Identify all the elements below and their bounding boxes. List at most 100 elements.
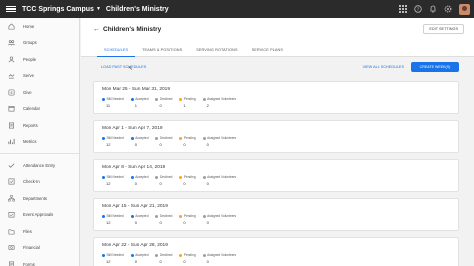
stat-still-needed: Still Needed 12 bbox=[102, 136, 124, 147]
status-dot-icon bbox=[102, 136, 105, 140]
week-card[interactable]: Mon Mar 25 - Sun Mar 31, 2019 Still Neede… bbox=[93, 81, 459, 114]
stat-value: 0 bbox=[206, 219, 209, 225]
week-card[interactable]: Mon Apr 22 - Sun Apr 28, 2019 Still Neede… bbox=[93, 237, 459, 266]
stat-value: 0 bbox=[134, 258, 137, 264]
status-dot-icon bbox=[202, 214, 206, 218]
stat-declined: Declined 0 bbox=[155, 253, 172, 264]
stat-value: 0 bbox=[159, 102, 162, 108]
sidebar-item-files[interactable]: Files bbox=[0, 223, 79, 240]
week-title[interactable]: Mon Apr 22 - Sun Apr 28, 2019 bbox=[102, 243, 168, 248]
menu-icon[interactable] bbox=[6, 5, 16, 13]
status-dot-icon bbox=[155, 175, 159, 179]
week-title[interactable]: Mon Mar 25 - Sun Mar 31, 2019 bbox=[102, 87, 170, 92]
status-dot-icon bbox=[179, 97, 183, 101]
sidebar-item-groups[interactable]: Groups bbox=[0, 35, 79, 52]
status-dot-icon bbox=[102, 97, 105, 101]
status-dot-icon bbox=[130, 136, 134, 140]
sidebar-item-home[interactable]: Home bbox=[0, 18, 79, 35]
people-icon bbox=[8, 56, 15, 63]
stat-accepted: Accepted 0 bbox=[130, 175, 149, 186]
sidebar-item-check-in[interactable]: Check-In bbox=[0, 174, 79, 191]
stat-value: 0 bbox=[206, 180, 209, 186]
stat-pending: Pending 0 bbox=[179, 253, 196, 264]
mouse-cursor-icon: ↖ bbox=[128, 66, 134, 72]
sidebar-item-attendance-entry[interactable]: Attendance Entry bbox=[0, 157, 79, 174]
ministry-title: Children's Ministry bbox=[105, 5, 169, 13]
sidebar-item-financial[interactable]: Financial bbox=[0, 240, 79, 257]
files-icon bbox=[8, 228, 15, 235]
stat-accepted: Accepted 0 bbox=[130, 214, 148, 225]
calendar-icon bbox=[8, 105, 15, 112]
status-dot-icon bbox=[155, 97, 159, 101]
status-dot-icon bbox=[102, 214, 105, 218]
status-dot-icon bbox=[179, 175, 183, 179]
stat-accepted: Accepted 0 bbox=[130, 136, 149, 147]
sidebar-item-forms[interactable]: Forms bbox=[0, 256, 79, 266]
stat-label: Accepted bbox=[135, 175, 149, 179]
week-title[interactable]: Mon Apr 15 - Sun Apr 21, 2019 bbox=[102, 204, 168, 209]
campus-label: TCC Springs Campus bbox=[22, 5, 94, 13]
stat-label: Pending bbox=[183, 175, 196, 179]
settings-icon[interactable] bbox=[444, 5, 452, 13]
status-dot-icon bbox=[202, 253, 206, 257]
view-all-schedules-link[interactable]: VIEW ALL SCHEDULES bbox=[363, 65, 404, 69]
sidebar-item-people[interactable]: People bbox=[0, 51, 79, 68]
status-dot-icon bbox=[202, 97, 206, 101]
stat-still-needed: Still Needed 12 bbox=[102, 175, 124, 186]
stat-label: Declined bbox=[159, 253, 173, 257]
sidebar-item-event-approvals[interactable]: Event Approvals bbox=[0, 207, 79, 224]
campus-selector[interactable]: TCC Springs Campus ▼ bbox=[22, 6, 101, 13]
stat-label: Accepted bbox=[135, 136, 149, 140]
help-icon[interactable]: ? bbox=[414, 5, 422, 13]
load-past-schedules-link[interactable]: LOAD PAST SCHEDULES bbox=[101, 65, 146, 69]
stat-value: 0 bbox=[159, 180, 162, 186]
grid-icon[interactable] bbox=[399, 5, 407, 13]
stat-value: 0 bbox=[134, 141, 137, 147]
stat-label: Pending bbox=[183, 214, 196, 218]
stat-still-needed: Still Needed 12 bbox=[102, 214, 124, 225]
stat-still-needed: Still Needed 11 bbox=[102, 97, 124, 108]
tab-teams-positions[interactable]: TEAMS & POSITIONS bbox=[135, 43, 189, 57]
stat-label: Assigned Volunteers bbox=[207, 136, 237, 140]
sidebar-item-label: Check-In bbox=[23, 179, 40, 185]
week-card[interactable]: Mon Apr 8 - Sun Apr 14, 2019 Still Needed… bbox=[93, 159, 459, 192]
sidebar-divider bbox=[0, 153, 79, 154]
status-dot-icon bbox=[155, 136, 159, 140]
create-weeks-button[interactable]: CREATE WEEK(S) bbox=[411, 62, 459, 72]
sidebar-item-reports[interactable]: Reports bbox=[0, 117, 79, 134]
week-stats: Still Needed 12 Accepted 0 Declined 0 Pending 0… bbox=[102, 136, 243, 147]
week-title[interactable]: Mon Apr 8 - Sun Apr 14, 2019 bbox=[102, 165, 165, 170]
sidebar-item-give[interactable]: $ Give bbox=[0, 84, 79, 101]
week-list: Mon Mar 25 - Sun Mar 31, 2019 Still Neede… bbox=[93, 81, 459, 266]
week-title[interactable]: Mon Apr 1 - Sun Apr 7, 2019 bbox=[102, 126, 163, 131]
bell-icon[interactable] bbox=[429, 5, 437, 13]
status-dot-icon bbox=[179, 214, 183, 218]
stat-pending: Pending 0 bbox=[179, 175, 196, 186]
stat-label: Still Needed bbox=[106, 253, 124, 257]
stat-accepted: Accepted 0 bbox=[130, 253, 148, 264]
status-dot-icon bbox=[202, 175, 206, 179]
stat-label: Declined bbox=[159, 214, 173, 218]
tab-service-plans[interactable]: SERVICE PLANS bbox=[245, 43, 290, 57]
status-dot-icon bbox=[202, 136, 206, 140]
stat-value: 0 bbox=[206, 258, 209, 264]
avatar[interactable] bbox=[459, 3, 470, 15]
stat-label: Assigned Volunteers bbox=[207, 253, 237, 257]
stat-value: 0 bbox=[183, 141, 186, 147]
tab-serving-rotations[interactable]: SERVING ROTATIONS bbox=[189, 43, 244, 57]
sidebar-item-serve[interactable]: Serve bbox=[0, 68, 79, 85]
stat-pending: Pending 1 bbox=[179, 97, 196, 108]
status-dot-icon bbox=[130, 97, 134, 101]
week-card[interactable]: Mon Apr 1 - Sun Apr 7, 2019 Still Needed 1… bbox=[93, 120, 459, 153]
sidebar-item-calendar[interactable]: Calendar bbox=[0, 101, 79, 118]
edit-settings-button[interactable]: EDIT SETTINGS bbox=[423, 24, 464, 34]
sidebar-item-label: Groups bbox=[23, 40, 37, 46]
sidebar-item-metrics[interactable]: Metrics bbox=[0, 134, 79, 151]
tab-schedules[interactable]: SCHEDULES bbox=[97, 43, 136, 57]
stat-pending: Pending 0 bbox=[179, 136, 196, 147]
stat-value: 0 bbox=[206, 141, 209, 147]
sidebar-item-departments[interactable]: Departments bbox=[0, 190, 79, 207]
stat-label: Pending bbox=[183, 136, 196, 140]
week-card[interactable]: Mon Apr 15 - Sun Apr 21, 2019 Still Neede… bbox=[93, 198, 459, 231]
back-arrow-icon[interactable]: ← bbox=[93, 26, 100, 33]
